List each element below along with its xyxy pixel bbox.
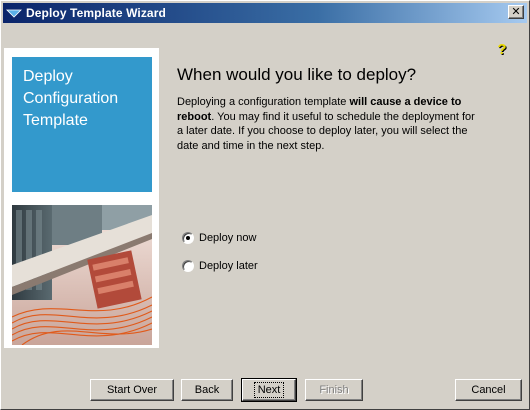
window-title: Deploy Template Wizard [26,6,166,20]
page-description: Deploying a configuration template will … [177,95,477,153]
next-button-label: Next [253,382,285,398]
app-icon [6,5,22,21]
radio-selected-dot-icon [186,236,190,240]
title-bar[interactable]: Deploy Template Wizard ✕ [3,3,527,23]
finish-button: Finish [305,379,363,401]
wizard-window: Deploy Template Wizard ✕ ? ? Deploy Conf… [0,0,530,410]
deploy-later-radio[interactable] [182,260,194,272]
help-icon[interactable]: ? ? [495,41,509,57]
description-text-1: Deploying a configuration template [177,96,350,108]
deploy-now-option[interactable]: Deploy now [182,232,256,244]
cancel-button[interactable]: Cancel [455,379,522,401]
page-heading: When would you like to deploy? [177,65,417,84]
start-over-button[interactable]: Start Over [90,379,174,401]
back-button[interactable]: Back [181,379,233,401]
deploy-now-radio[interactable] [182,232,194,244]
deploy-later-label[interactable]: Deploy later [199,260,258,272]
close-button[interactable]: ✕ [508,5,524,19]
deploy-later-option[interactable]: Deploy later [182,260,258,272]
sidebar-panel: Deploy Configuration Template [4,48,159,348]
sidebar-decorative-image [12,205,152,345]
deploy-now-label[interactable]: Deploy now [199,232,256,244]
svg-text:?: ? [497,41,506,57]
close-icon: ✕ [511,5,521,18]
sidebar-title-box: Deploy Configuration Template [12,57,152,192]
next-button[interactable]: Next [241,378,297,402]
description-text-2: . You may find it useful to schedule the… [177,110,475,152]
sidebar-title: Deploy Configuration Template [23,68,119,129]
